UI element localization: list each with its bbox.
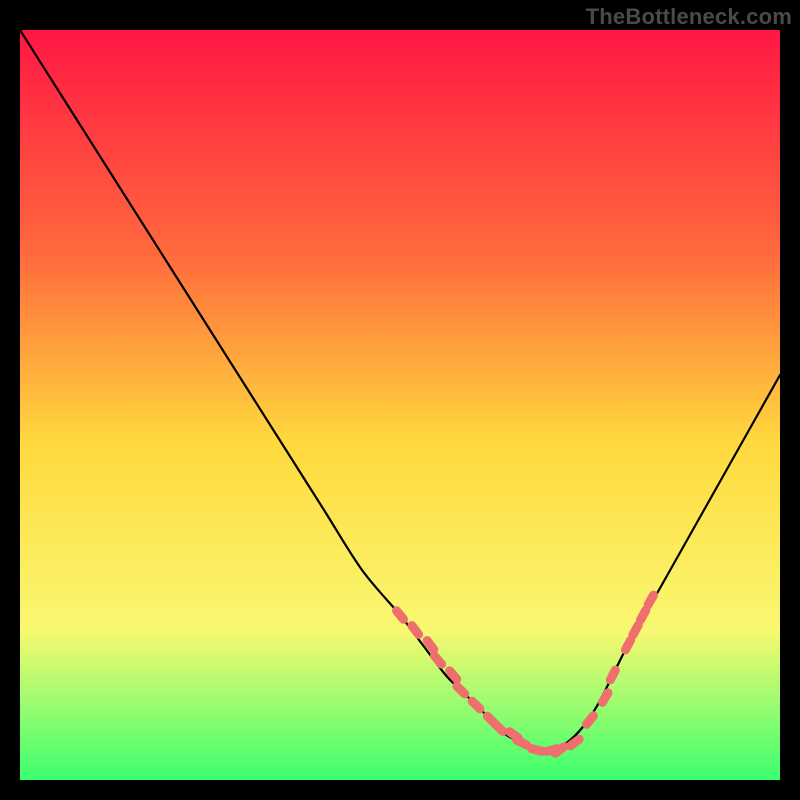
watermark-text: TheBottleneck.com bbox=[586, 4, 792, 30]
highlight-marker bbox=[633, 625, 638, 635]
gradient-background bbox=[20, 30, 780, 780]
highlight-marker bbox=[427, 641, 434, 650]
highlight-marker bbox=[531, 749, 542, 752]
chart-frame: TheBottleneck.com bbox=[0, 0, 800, 800]
highlight-marker bbox=[555, 747, 564, 754]
highlight-marker bbox=[570, 739, 579, 746]
highlight-marker bbox=[641, 610, 646, 620]
highlight-marker bbox=[412, 626, 419, 635]
highlight-marker bbox=[602, 693, 608, 703]
highlight-marker bbox=[625, 640, 630, 650]
highlight-marker bbox=[610, 670, 615, 680]
highlight-marker bbox=[495, 724, 503, 732]
highlight-marker bbox=[472, 701, 480, 709]
highlight-marker bbox=[517, 740, 527, 745]
highlight-marker bbox=[587, 716, 594, 725]
highlight-marker bbox=[450, 671, 457, 679]
highlight-marker bbox=[457, 686, 465, 694]
highlight-marker bbox=[397, 611, 404, 620]
plot-area bbox=[20, 30, 780, 780]
highlight-marker bbox=[648, 595, 653, 605]
highlight-marker bbox=[434, 656, 441, 664]
chart-svg bbox=[20, 30, 780, 780]
